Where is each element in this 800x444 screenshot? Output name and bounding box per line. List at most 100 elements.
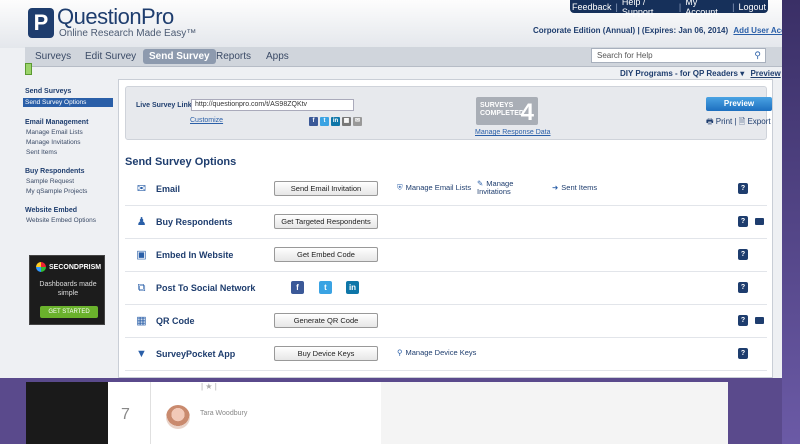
diy-preview-link[interactable]: Preview (750, 69, 780, 78)
twitter-icon[interactable]: t (319, 281, 332, 294)
export-icon[interactable]: 🗎 (739, 117, 745, 126)
get-embed-code-button[interactable]: Get Embed Code (274, 247, 378, 262)
help-icon[interactable]: ? (738, 282, 748, 293)
sidebar-item-website-embed-options[interactable]: Website Embed Options (25, 217, 113, 224)
send-survey-options-title: Send Survey Options (125, 156, 237, 168)
sidebar-heading-buy-respondents[interactable]: Buy Respondents (25, 168, 113, 175)
option-row-embed-website: ▣ Embed In Website Get Embed Code ? (125, 239, 767, 272)
search-placeholder: Search for Help (597, 51, 653, 60)
edition-text: Corporate Edition (Annual) | (Expires: J… (533, 26, 729, 35)
ad-get-started-button[interactable]: GET STARTED (40, 306, 98, 318)
envelope-icon: ✉ (136, 183, 147, 195)
customize-link[interactable]: Customize (190, 117, 223, 124)
questionpro-logo[interactable]: P QuestionPro Online Research Made Easy™ (28, 6, 196, 39)
print-export: 🖶 Print | 🗎 Export (706, 116, 771, 130)
facebook-icon[interactable]: f (309, 117, 318, 126)
feedback-link[interactable]: Feedback (570, 2, 614, 12)
surveys-completed-badge: SURVEYS COMPLETED 4 (476, 97, 538, 126)
option-title: Embed In Website (156, 250, 234, 260)
manage-device-keys-link[interactable]: ⚲ Manage Device Keys (397, 349, 476, 357)
help-support-link[interactable]: Help / Support (620, 0, 677, 17)
app-window: P QuestionPro Online Research Made Easy™… (0, 0, 782, 378)
prism-logo-icon (36, 262, 46, 272)
ad-brand: SECONDPRISM (36, 262, 101, 272)
linkedin-icon[interactable]: in (346, 281, 359, 294)
live-survey-box: Live Survey Link http://questionpro.com/… (125, 86, 772, 140)
qr-code-icon: ▦ (136, 315, 147, 327)
sidebar-item-manage-email-lists[interactable]: Manage Email Lists (25, 129, 113, 136)
nav-edit-survey[interactable]: Edit Survey (85, 51, 136, 62)
help-icon[interactable]: ? (738, 216, 748, 227)
nav-reports[interactable]: Reports (216, 51, 251, 62)
email-icon[interactable]: ✉ (353, 117, 362, 126)
nav-apps[interactable]: Apps (266, 51, 289, 62)
top-links: Feedback | Help / Support | My Account |… (570, 0, 768, 17)
feed-meta: | ★ | (201, 382, 217, 391)
facebook-icon[interactable]: f (291, 281, 304, 294)
manage-invitations-link[interactable]: ✎ Manage Invitations (477, 180, 537, 196)
sidebar-heading-website-embed[interactable]: Website Embed (25, 207, 113, 214)
arrow-right-icon: ➜ (552, 183, 559, 192)
logo-tagline: Online Research Made Easy™ (59, 28, 197, 39)
help-icon[interactable]: ? (738, 183, 748, 194)
get-targeted-respondents-button[interactable]: Get Targeted Respondents (274, 214, 378, 229)
surveys-completed-count: 4 (520, 99, 534, 126)
generate-qr-code-button[interactable]: Generate QR Code (274, 313, 378, 328)
sidebar-item-sample-request[interactable]: Sample Request (25, 178, 113, 185)
manage-email-lists-link[interactable]: ⛨ Manage Email Lists (397, 184, 471, 192)
edition-info: Corporate Edition (Annual) | (Expires: J… (533, 26, 782, 35)
embed-window-icon: ▣ (136, 249, 147, 261)
help-icon[interactable]: ? (738, 315, 748, 326)
overlay-feed-strip: 7 | ★ | Tara Woodbury (26, 382, 728, 444)
video-icon[interactable] (755, 317, 764, 324)
sidebar-item-manage-invitations[interactable]: Manage Invitations (25, 139, 113, 146)
add-user-accounts-link[interactable]: Add User Accounts (733, 26, 782, 35)
sent-items-link[interactable]: ➜ Sent Items (552, 184, 597, 192)
option-row-social-network: ⧉ Post To Social Network f t in ? (125, 272, 767, 305)
buy-device-keys-button[interactable]: Buy Device Keys (274, 346, 378, 361)
sidebar-item-my-qsample-projects[interactable]: My qSample Projects (25, 188, 113, 195)
preview-button[interactable]: Preview (706, 97, 772, 111)
search-input[interactable]: Search for Help ⚲ (591, 48, 766, 63)
help-icon[interactable]: ? (738, 348, 748, 359)
diy-programs: DIY Programs - for QP Readers ▾ Preview (620, 69, 781, 78)
avatar[interactable] (166, 405, 190, 429)
diy-programs-dropdown[interactable]: DIY Programs - for QP Readers ▾ (620, 69, 744, 78)
print-link[interactable]: Print (716, 117, 732, 126)
sidebar-item-send-survey-options[interactable]: Send Survey Options (23, 98, 113, 107)
sidebar-heading-email-management[interactable]: Email Management (25, 119, 113, 126)
people-icon: ♟ (136, 216, 147, 228)
manage-response-data-link[interactable]: Manage Response Data (475, 129, 551, 136)
option-title: QR Code (156, 316, 195, 326)
nav-send-survey[interactable]: Send Survey (143, 49, 216, 64)
logo-mark: P (28, 7, 54, 38)
share-icon: ⧉ (137, 282, 146, 294)
linkedin-icon[interactable]: in (331, 117, 340, 126)
feed-user-name[interactable]: Tara Woodbury (200, 410, 247, 417)
option-title: Post To Social Network (156, 283, 256, 293)
sidebar-item-sent-items[interactable]: Sent Items (25, 149, 113, 156)
video-icon[interactable] (755, 218, 764, 225)
help-icon[interactable]: ? (738, 249, 748, 260)
ad-slogan: Dashboards made simple (39, 281, 97, 297)
expand-handle[interactable] (25, 63, 32, 75)
live-survey-url-field[interactable]: http://questionpro.com/t/AS98ZQKtv (191, 99, 354, 111)
twitter-icon[interactable]: t (320, 117, 329, 126)
logout-link[interactable]: Logout (736, 2, 768, 12)
live-survey-link-label: Live Survey Link (136, 102, 192, 109)
desktop-background-right (782, 0, 800, 444)
send-email-invitation-button[interactable]: Send Email Invitation (274, 181, 378, 196)
qr-code-icon[interactable]: ▦ (342, 117, 351, 126)
sidebar-heading-send-surveys[interactable]: Send Surveys (25, 88, 113, 95)
nav-surveys[interactable]: Surveys (35, 51, 71, 62)
feed-rank-number: 7 (121, 406, 130, 423)
shield-icon: ⛨ (397, 183, 403, 192)
surveypocket-icon: ▼ (136, 348, 147, 360)
export-link[interactable]: Export (747, 117, 770, 126)
print-icon[interactable]: 🖶 (706, 117, 714, 126)
search-icon[interactable]: ⚲ (754, 50, 761, 61)
ad-brand-name: SECONDPRISM (49, 263, 102, 271)
my-account-link[interactable]: My Account (683, 0, 730, 17)
key-icon: ⚲ (397, 348, 403, 357)
secondprism-ad[interactable]: SECONDPRISM Dashboards made simple GET S… (29, 255, 105, 325)
